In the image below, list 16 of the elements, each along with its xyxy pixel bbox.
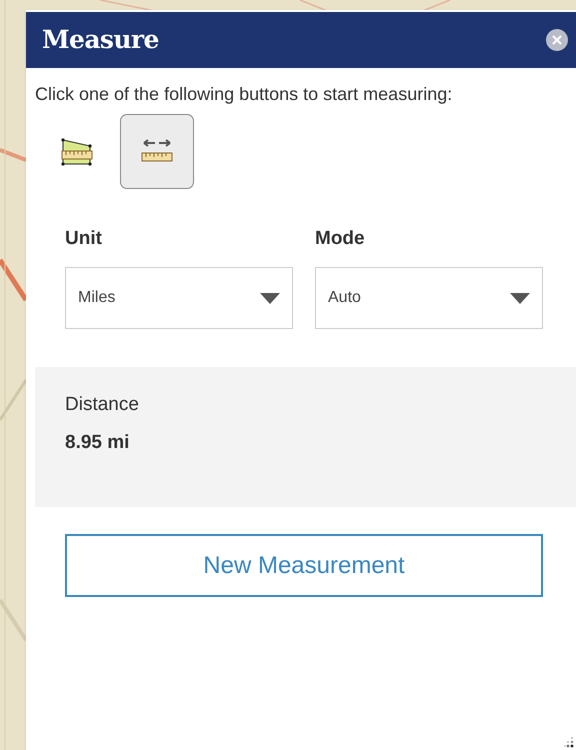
dropdown-caret-icon bbox=[510, 292, 530, 304]
dropdown-caret-icon bbox=[260, 292, 280, 304]
result-label: Distance bbox=[65, 393, 140, 417]
select-label: Mode bbox=[315, 227, 366, 251]
dropdown-select[interactable]: Miles bbox=[65, 267, 293, 329]
select-label: Unit bbox=[65, 227, 103, 251]
resize-grip-icon bbox=[564, 736, 574, 748]
result-value: 8.95 mi bbox=[65, 431, 130, 455]
distance-tool-button[interactable] bbox=[120, 114, 194, 189]
new-measurement-button[interactable]: New Measurement bbox=[65, 534, 543, 597]
dropdown-select[interactable]: Auto bbox=[315, 267, 543, 329]
instruction-text: Click one of the following buttons to start measuring: bbox=[34, 83, 454, 106]
close-icon bbox=[552, 35, 562, 45]
area-ruler-icon bbox=[60, 136, 94, 166]
panel-title: Measure bbox=[42, 24, 159, 56]
close-button[interactable] bbox=[546, 29, 568, 51]
